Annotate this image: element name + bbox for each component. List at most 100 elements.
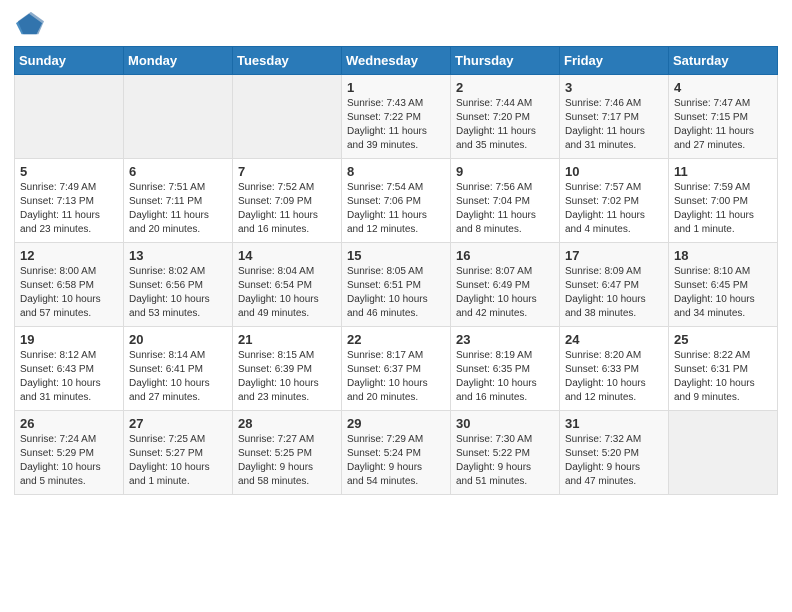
day-info: Sunrise: 7:46 AM Sunset: 7:17 PM Dayligh…	[565, 97, 663, 153]
day-number: 10	[565, 164, 663, 179]
day-number: 12	[20, 248, 118, 263]
day-number: 1	[347, 80, 445, 95]
day-info: Sunrise: 7:56 AM Sunset: 7:04 PM Dayligh…	[456, 181, 554, 237]
header-tuesday: Tuesday	[233, 47, 342, 75]
day-cell: 22 Sunrise: 8:17 AM Sunset: 6:37 PM Dayli…	[342, 327, 451, 411]
day-info: Sunrise: 7:30 AM Sunset: 5:22 PM Dayligh…	[456, 433, 554, 489]
day-number: 22	[347, 332, 445, 347]
day-number: 25	[674, 332, 772, 347]
day-cell: 29 Sunrise: 7:29 AM Sunset: 5:24 PM Dayli…	[342, 411, 451, 495]
day-number: 5	[20, 164, 118, 179]
day-cell: 14Sunrise: 8:04 AM Sunset: 6:54 PM Dayli…	[233, 243, 342, 327]
day-number: 11	[674, 164, 772, 179]
day-info: Sunrise: 8:02 AM Sunset: 6:56 PM Dayligh…	[129, 265, 227, 321]
day-info: Sunrise: 7:29 AM Sunset: 5:24 PM Dayligh…	[347, 433, 445, 489]
day-number: 4	[674, 80, 772, 95]
day-info: Sunrise: 8:17 AM Sunset: 6:37 PM Dayligh…	[347, 349, 445, 405]
day-info: Sunrise: 7:52 AM Sunset: 7:09 PM Dayligh…	[238, 181, 336, 237]
day-cell: 9 Sunrise: 7:56 AM Sunset: 7:04 PM Daylig…	[451, 159, 560, 243]
header-friday: Friday	[560, 47, 669, 75]
day-info: Sunrise: 8:10 AM Sunset: 6:45 PM Dayligh…	[674, 265, 772, 321]
logo-icon	[16, 10, 44, 38]
day-number: 24	[565, 332, 663, 347]
day-cell: 6 Sunrise: 7:51 AM Sunset: 7:11 PM Daylig…	[124, 159, 233, 243]
day-cell: 30 Sunrise: 7:30 AM Sunset: 5:22 PM Dayli…	[451, 411, 560, 495]
day-cell: 26 Sunrise: 7:24 AM Sunset: 5:29 PM Dayli…	[15, 411, 124, 495]
day-cell	[124, 75, 233, 159]
day-number: 21	[238, 332, 336, 347]
day-info: Sunrise: 7:57 AM Sunset: 7:02 PM Dayligh…	[565, 181, 663, 237]
header-monday: Monday	[124, 47, 233, 75]
day-cell: 23 Sunrise: 8:19 AM Sunset: 6:35 PM Dayli…	[451, 327, 560, 411]
day-cell: 2 Sunrise: 7:44 AM Sunset: 7:20 PM Daylig…	[451, 75, 560, 159]
day-info: Sunrise: 7:49 AM Sunset: 7:13 PM Dayligh…	[20, 181, 118, 237]
day-info: Sunrise: 8:19 AM Sunset: 6:35 PM Dayligh…	[456, 349, 554, 405]
day-number: 7	[238, 164, 336, 179]
week-row-3: 19 Sunrise: 8:12 AM Sunset: 6:43 PM Dayli…	[15, 327, 778, 411]
day-cell	[233, 75, 342, 159]
header-saturday: Saturday	[669, 47, 778, 75]
week-row-1: 5 Sunrise: 7:49 AM Sunset: 7:13 PM Daylig…	[15, 159, 778, 243]
day-number: 26	[20, 416, 118, 431]
day-number: 23	[456, 332, 554, 347]
day-number: 6	[129, 164, 227, 179]
header-wednesday: Wednesday	[342, 47, 451, 75]
day-cell: 21 Sunrise: 8:15 AM Sunset: 6:39 PM Dayli…	[233, 327, 342, 411]
day-cell: 24Sunrise: 8:20 AM Sunset: 6:33 PM Dayli…	[560, 327, 669, 411]
day-number: 3	[565, 80, 663, 95]
day-info: Sunrise: 8:12 AM Sunset: 6:43 PM Dayligh…	[20, 349, 118, 405]
day-cell: 5 Sunrise: 7:49 AM Sunset: 7:13 PM Daylig…	[15, 159, 124, 243]
day-number: 18	[674, 248, 772, 263]
day-number: 9	[456, 164, 554, 179]
day-cell: 18 Sunrise: 8:10 AM Sunset: 6:45 PM Dayli…	[669, 243, 778, 327]
day-number: 17	[565, 248, 663, 263]
day-info: Sunrise: 7:24 AM Sunset: 5:29 PM Dayligh…	[20, 433, 118, 489]
day-info: Sunrise: 8:05 AM Sunset: 6:51 PM Dayligh…	[347, 265, 445, 321]
day-cell	[15, 75, 124, 159]
day-number: 14	[238, 248, 336, 263]
day-cell: 17 Sunrise: 8:09 AM Sunset: 6:47 PM Dayli…	[560, 243, 669, 327]
day-number: 29	[347, 416, 445, 431]
header-thursday: Thursday	[451, 47, 560, 75]
day-cell: 8 Sunrise: 7:54 AM Sunset: 7:06 PM Daylig…	[342, 159, 451, 243]
day-number: 27	[129, 416, 227, 431]
day-number: 13	[129, 248, 227, 263]
day-cell: 3 Sunrise: 7:46 AM Sunset: 7:17 PM Daylig…	[560, 75, 669, 159]
day-number: 30	[456, 416, 554, 431]
week-row-2: 12 Sunrise: 8:00 AM Sunset: 6:58 PM Dayli…	[15, 243, 778, 327]
week-row-0: 1Sunrise: 7:43 AM Sunset: 7:22 PM Daylig…	[15, 75, 778, 159]
day-cell: 31Sunrise: 7:32 AM Sunset: 5:20 PM Dayli…	[560, 411, 669, 495]
day-cell: 7 Sunrise: 7:52 AM Sunset: 7:09 PM Daylig…	[233, 159, 342, 243]
day-info: Sunrise: 8:09 AM Sunset: 6:47 PM Dayligh…	[565, 265, 663, 321]
day-cell: 16Sunrise: 8:07 AM Sunset: 6:49 PM Dayli…	[451, 243, 560, 327]
day-info: Sunrise: 7:44 AM Sunset: 7:20 PM Dayligh…	[456, 97, 554, 153]
day-number: 15	[347, 248, 445, 263]
day-info: Sunrise: 8:15 AM Sunset: 6:39 PM Dayligh…	[238, 349, 336, 405]
day-cell: 19 Sunrise: 8:12 AM Sunset: 6:43 PM Dayli…	[15, 327, 124, 411]
header-area	[14, 10, 778, 38]
day-number: 19	[20, 332, 118, 347]
header-sunday: Sunday	[15, 47, 124, 75]
day-info: Sunrise: 7:51 AM Sunset: 7:11 PM Dayligh…	[129, 181, 227, 237]
calendar-table: SundayMondayTuesdayWednesdayThursdayFrid…	[14, 46, 778, 495]
day-number: 20	[129, 332, 227, 347]
day-info: Sunrise: 8:00 AM Sunset: 6:58 PM Dayligh…	[20, 265, 118, 321]
logo	[14, 10, 44, 38]
day-info: Sunrise: 7:32 AM Sunset: 5:20 PM Dayligh…	[565, 433, 663, 489]
day-cell: 13 Sunrise: 8:02 AM Sunset: 6:56 PM Dayli…	[124, 243, 233, 327]
week-row-4: 26 Sunrise: 7:24 AM Sunset: 5:29 PM Dayli…	[15, 411, 778, 495]
day-info: Sunrise: 7:25 AM Sunset: 5:27 PM Dayligh…	[129, 433, 227, 489]
day-cell: 20Sunrise: 8:14 AM Sunset: 6:41 PM Dayli…	[124, 327, 233, 411]
day-cell: 11 Sunrise: 7:59 AM Sunset: 7:00 PM Dayli…	[669, 159, 778, 243]
day-cell: 10 Sunrise: 7:57 AM Sunset: 7:02 PM Dayli…	[560, 159, 669, 243]
header-row: SundayMondayTuesdayWednesdayThursdayFrid…	[15, 47, 778, 75]
day-cell: 15 Sunrise: 8:05 AM Sunset: 6:51 PM Dayli…	[342, 243, 451, 327]
day-info: Sunrise: 8:07 AM Sunset: 6:49 PM Dayligh…	[456, 265, 554, 321]
day-number: 8	[347, 164, 445, 179]
day-number: 2	[456, 80, 554, 95]
day-info: Sunrise: 7:47 AM Sunset: 7:15 PM Dayligh…	[674, 97, 772, 153]
day-info: Sunrise: 7:59 AM Sunset: 7:00 PM Dayligh…	[674, 181, 772, 237]
day-info: Sunrise: 8:22 AM Sunset: 6:31 PM Dayligh…	[674, 349, 772, 405]
day-cell: 12 Sunrise: 8:00 AM Sunset: 6:58 PM Dayli…	[15, 243, 124, 327]
day-info: Sunrise: 7:54 AM Sunset: 7:06 PM Dayligh…	[347, 181, 445, 237]
